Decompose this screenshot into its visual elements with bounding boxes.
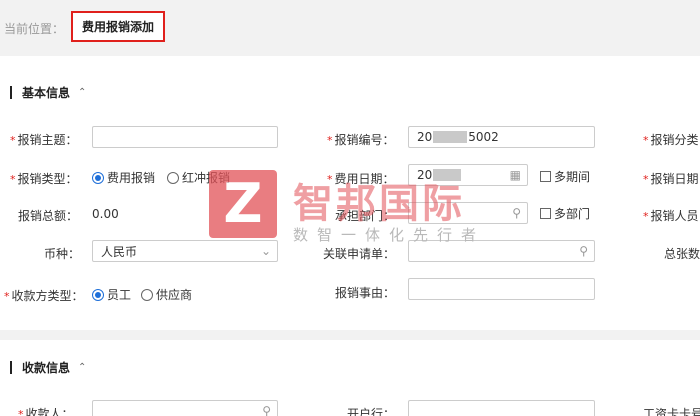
search-icon[interactable]: ⚲ — [262, 404, 271, 416]
related-label: 关联申请单： — [323, 247, 396, 261]
payee-radio-employee[interactable]: 员工 — [92, 286, 131, 303]
section-payee-title: 收款信息 — [22, 361, 71, 375]
pages-label: 总张数 — [664, 247, 700, 261]
breadcrumb-current: 费用报销添加 — [71, 11, 165, 42]
radio-empty-icon — [141, 288, 153, 301]
payee-label: * 收款人： — [18, 407, 74, 416]
reimb-date-label: * 报销日期 — [643, 172, 699, 186]
reason-input[interactable] — [408, 278, 595, 300]
person-label: * 报销人员 — [643, 209, 699, 223]
subject-label: * 报销主题： — [10, 133, 78, 147]
total-label: 报销总额： — [18, 209, 79, 223]
card-label: 工资卡卡号 — [643, 407, 700, 416]
type-radio-expense[interactable]: 费用报销 — [92, 169, 155, 186]
search-icon[interactable]: ⚲ — [579, 244, 588, 258]
watermark-logo: Z — [209, 170, 277, 238]
redacted-mark — [433, 131, 468, 143]
section-basic-info: 基本信息 ⌃ — [10, 84, 86, 101]
payee-type-label: * 收款方类型： — [4, 289, 84, 303]
radio-selected-icon — [92, 288, 104, 301]
number-input[interactable]: 20 5002 — [408, 126, 595, 148]
type-label: * 报销类型： — [10, 172, 78, 186]
subject-input[interactable] — [92, 126, 278, 148]
search-icon[interactable]: ⚲ — [512, 206, 521, 220]
multi-period-checkbox[interactable]: 多期间 — [540, 168, 590, 185]
breadcrumb-label: 当前位置： — [4, 22, 65, 36]
chevron-up-icon[interactable]: ⌃ — [78, 362, 86, 373]
number-label: * 报销编号： — [327, 133, 395, 147]
bank-label: 开户行： — [347, 407, 396, 416]
radio-empty-icon — [167, 171, 179, 184]
watermark-name: 智邦国际 — [293, 181, 465, 227]
section-divider — [0, 330, 700, 340]
category-label: * 报销分类 — [643, 133, 699, 147]
currency-label: 币种： — [44, 247, 81, 261]
bank-input[interactable] — [408, 400, 595, 416]
payee-radio-supplier[interactable]: 供应商 — [141, 286, 192, 303]
multi-dept-checkbox[interactable]: 多部门 — [540, 205, 590, 222]
watermark-slogan: 数智一体化先行者 — [293, 226, 486, 244]
section-payee-info: 收款信息 ⌃ — [10, 359, 86, 376]
chevron-up-icon[interactable]: ⌃ — [78, 87, 86, 98]
reason-label: 报销事由： — [335, 286, 396, 300]
calendar-icon[interactable]: ▦ — [510, 168, 521, 182]
total-value: 0.00 — [92, 207, 119, 221]
payee-input[interactable]: ⚲ — [92, 400, 278, 416]
chevron-down-icon: ⌄ — [260, 244, 271, 258]
section-basic-title: 基本信息 — [22, 86, 71, 100]
radio-selected-icon — [92, 171, 104, 184]
currency-select[interactable]: 人民币 ⌄ — [92, 240, 278, 262]
breadcrumb: 当前位置： 费用报销添加 — [0, 0, 700, 56]
